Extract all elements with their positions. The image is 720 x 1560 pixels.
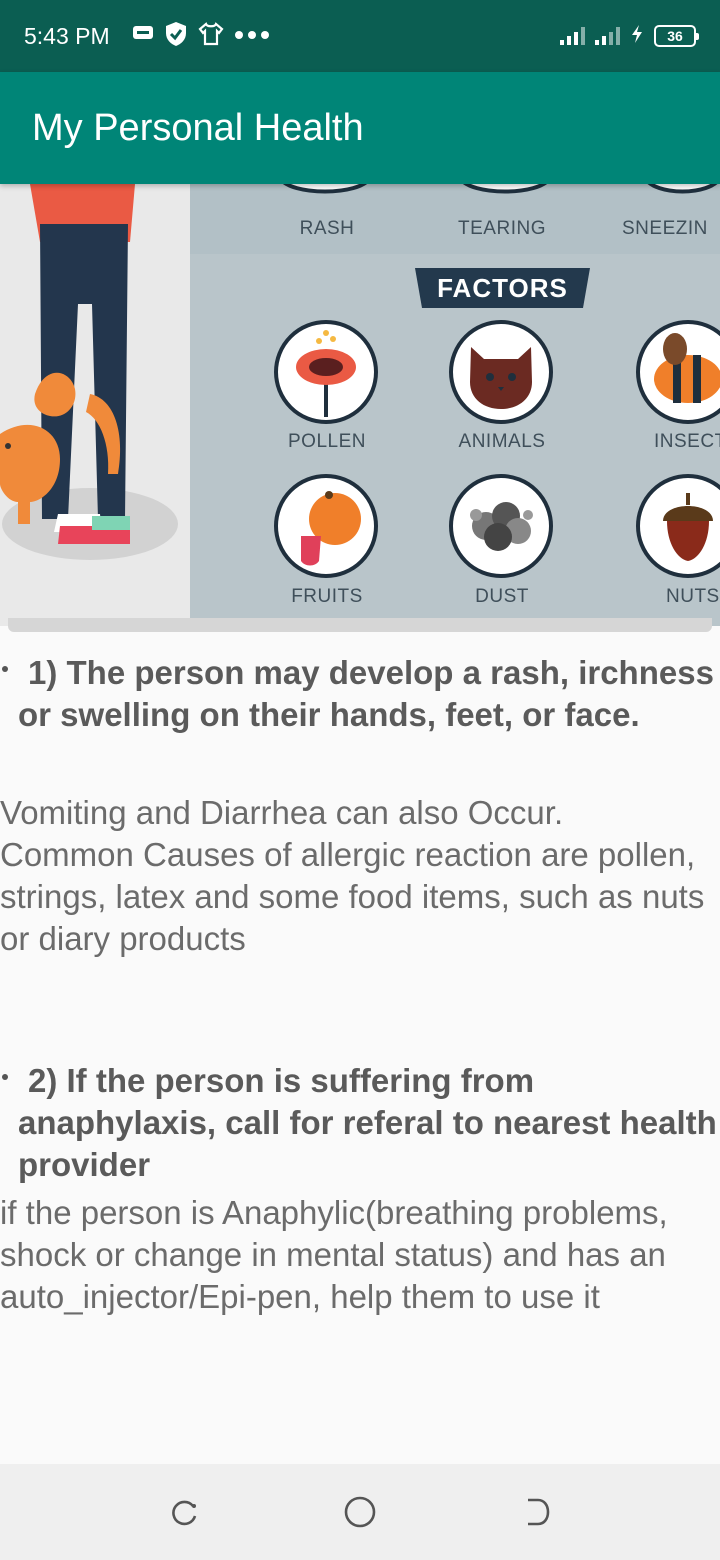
app-bar: My Personal Health — [0, 72, 720, 184]
fruits-icon — [274, 474, 378, 578]
shield-icon — [164, 21, 188, 52]
factor-label-pollen: POLLEN — [288, 431, 366, 452]
back-icon[interactable] — [518, 1494, 554, 1530]
status-icons-right: 36 — [560, 24, 699, 49]
factor-label-animals: ANIMALS — [458, 431, 546, 452]
battery-icon: 36 — [654, 25, 699, 47]
navigation-bar — [0, 1464, 720, 1560]
bullet-icon — [2, 666, 8, 672]
animals-icon — [449, 320, 553, 424]
status-bar: 5:43 PM 36 — [0, 0, 720, 72]
pollen-icon — [274, 320, 378, 424]
allergy-illustration: RASH TEARING SNEEZIN FACTORS POLLEN ANIM… — [0, 184, 720, 626]
factor-label-fruits: FRUITS — [291, 586, 363, 607]
symptom-label-sneezing: SNEEZIN — [622, 218, 708, 239]
point2-body: if the person is Anaphylic(breathing pro… — [0, 1194, 668, 1315]
message-icon — [132, 25, 154, 48]
bullet-icon — [2, 1074, 8, 1080]
app-title: My Personal Health — [32, 106, 364, 149]
factor-label-nuts: NUTS — [666, 586, 720, 607]
signal-icon — [595, 27, 620, 45]
illustration-person-panel — [0, 184, 190, 626]
home-icon[interactable] — [342, 1494, 378, 1530]
shirt-icon — [198, 21, 224, 51]
image-card-edge — [8, 618, 712, 632]
content-area[interactable]: 1) The person may develop a rash, irchne… — [0, 640, 720, 1318]
charging-icon — [630, 24, 644, 49]
signal-icon — [560, 27, 585, 45]
status-icons-left — [132, 21, 270, 52]
status-time: 5:43 PM — [24, 22, 110, 49]
point2-heading: 2) If the person is suffering from anaph… — [18, 1062, 717, 1183]
battery-level: 36 — [667, 28, 683, 44]
point1-heading: 1) The person may develop a rash, irchne… — [18, 654, 714, 733]
symptom-label-rash: RASH — [299, 218, 355, 239]
point1-body: Vomiting and Diarrhea can also Occur. Co… — [0, 794, 705, 957]
dust-icon — [449, 474, 553, 578]
factors-banner: FACTORS — [415, 268, 590, 308]
list-item: 1) The person may develop a rash, irchne… — [0, 652, 720, 736]
symptom-label-tearing: TEARING — [458, 218, 546, 239]
more-dots-icon — [234, 27, 270, 45]
recent-apps-icon[interactable] — [166, 1494, 202, 1530]
factor-label-insects: INSECTS — [654, 431, 720, 452]
list-item: 2) If the person is suffering from anaph… — [0, 1060, 720, 1186]
factor-label-dust: DUST — [475, 586, 529, 607]
